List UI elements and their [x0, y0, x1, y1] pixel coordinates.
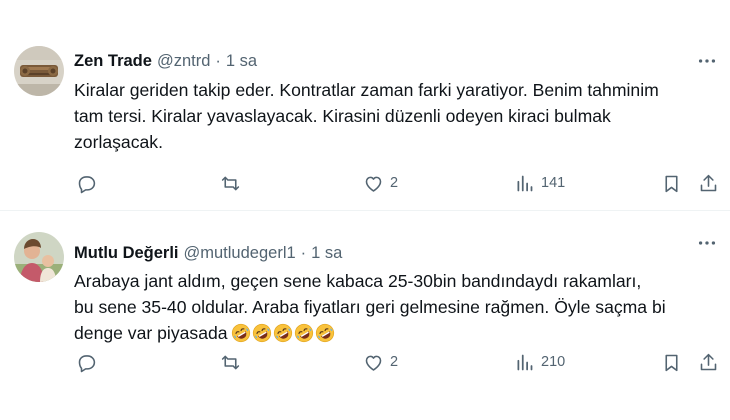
tweet-actions: 2 210	[74, 350, 718, 374]
share-button[interactable]	[698, 350, 719, 374]
views-icon	[517, 175, 533, 191]
tweet-text-line: tam tersi. Kiralar yavaslayacak. Kirasin…	[74, 106, 611, 126]
more-icon[interactable]	[696, 232, 718, 254]
tweet-text-line: denge var piyasada	[74, 320, 714, 346]
tweet-mutlu-degerli[interactable]: Mutlu Değerli @mutludegerl1 · 1 sa Araba…	[0, 212, 730, 420]
timestamp[interactable]: 1 sa	[226, 52, 257, 71]
bookmark-icon	[665, 354, 678, 371]
rolling-on-floor-laughing-emoji-icon	[252, 323, 271, 343]
tweet-divider	[0, 210, 730, 211]
share-button[interactable]	[698, 171, 719, 195]
tweet-header: Mutlu Değerli @mutludegerl1 · 1 sa	[74, 242, 342, 264]
share-icon	[700, 353, 717, 370]
user-handle[interactable]: @mutludegerl1	[184, 244, 296, 263]
emoji-group	[231, 323, 335, 343]
repost-icon	[221, 355, 240, 369]
avatar[interactable]	[14, 232, 64, 282]
display-name[interactable]: Mutlu Değerli	[74, 244, 179, 263]
reply-icon	[78, 354, 96, 372]
tweet-zen-trade[interactable]: Zen Trade @zntrd · 1 sa Kiralar geriden …	[0, 0, 730, 211]
rolling-on-floor-laughing-emoji-icon	[315, 323, 334, 343]
rolling-on-floor-laughing-emoji-icon	[231, 323, 250, 343]
tweet-text-line: zorlaşacak.	[74, 132, 163, 152]
tweet-text-fragment: denge var piyasada	[74, 323, 228, 343]
person-photo-avatar-icon	[14, 232, 64, 282]
avatar[interactable]	[14, 46, 64, 96]
tweet-text-line: Kiralar geriden takip eder. Kontratlar z…	[74, 80, 659, 100]
separator-dot: ·	[300, 243, 307, 262]
wooden-log-avatar-icon	[14, 46, 64, 96]
rolling-on-floor-laughing-emoji-icon	[294, 323, 313, 343]
reply-button[interactable]	[76, 350, 97, 374]
view-count: 210	[541, 354, 566, 370]
reply-icon	[78, 175, 96, 193]
more-icon[interactable]	[696, 50, 718, 72]
like-count: 2	[390, 354, 399, 370]
views-button[interactable]: 210	[514, 350, 565, 374]
like-icon	[365, 355, 382, 371]
like-icon	[365, 176, 382, 192]
repost-button[interactable]	[220, 350, 241, 374]
tweet-text-line: bu sene 35-40 oldular. Araba fiyatları g…	[74, 297, 666, 317]
repost-icon	[221, 176, 240, 190]
bookmark-button[interactable]	[661, 171, 682, 195]
view-count: 141	[541, 175, 566, 191]
tweet-text: Arabaya jant aldım, geçen sene kabaca 25…	[74, 268, 714, 346]
like-button[interactable]: 2	[363, 350, 398, 374]
views-icon	[517, 354, 533, 370]
repost-button[interactable]	[220, 171, 241, 195]
user-handle[interactable]: @zntrd	[157, 52, 210, 71]
tweet-text: Kiralar geriden takip eder. Kontratlar z…	[74, 77, 714, 155]
bookmark-icon	[665, 175, 678, 192]
separator-dot: ·	[215, 51, 221, 70]
tweet-text-line: Arabaya jant aldım, geçen sene kabaca 25…	[74, 271, 642, 291]
reply-button[interactable]	[76, 171, 97, 195]
share-icon	[700, 174, 717, 191]
tweet-header: Zen Trade @zntrd · 1 sa	[74, 50, 257, 72]
views-button[interactable]: 141	[514, 171, 565, 195]
like-count: 2	[390, 175, 399, 191]
bookmark-button[interactable]	[661, 350, 682, 374]
timestamp[interactable]: 1 sa	[311, 244, 342, 263]
tweet-actions: 2 141	[74, 171, 718, 195]
rolling-on-floor-laughing-emoji-icon	[273, 323, 292, 343]
display-name[interactable]: Zen Trade	[74, 52, 152, 71]
like-button[interactable]: 2	[363, 171, 398, 195]
